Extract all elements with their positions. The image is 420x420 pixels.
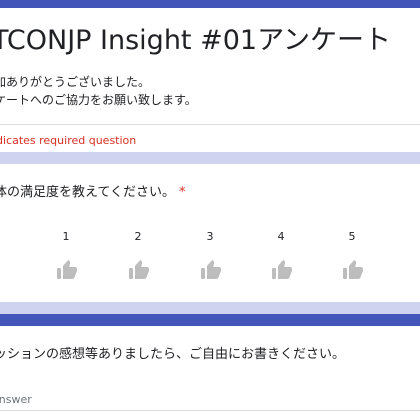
thumbs-up-icon[interactable] [199,258,223,282]
form-title: TCONJP Insight #01アンケート [0,25,392,56]
required-asterisk: * [178,185,186,200]
scale-label-1: 1 [62,230,70,243]
scale-label-4: 4 [277,230,285,243]
form-page: TCONJP Insight #01アンケート 加ありがとうございました。 ケー… [0,0,420,420]
scale-label-2: 2 [134,230,142,243]
question-title: 体の満足度を教えてください。 * [0,184,185,202]
question-card-satisfaction: 体の満足度を教えてください。 * 1 2 3 4 5 [0,164,420,302]
question-text: 体の満足度を教えてください。 [0,185,175,200]
form-description-line-2: ケートへのご協力をお願い致します。 [0,93,197,107]
section-banner [0,314,420,326]
form-description-line-1: 加ありがとうございました。 [0,75,151,89]
thumbs-up-icon[interactable] [341,258,365,282]
answer-input[interactable] [0,388,420,411]
thumbs-up-icon[interactable] [270,258,294,282]
question-card-comments: ッションの感想等ありましたら、ご自由にお書きください。 [0,326,420,420]
question-title: ッションの感想等ありましたら、ご自由にお書きください。 [0,347,346,362]
header-divider [0,124,420,125]
thumbs-up-icon[interactable] [55,258,79,282]
thumbs-up-icon[interactable] [127,258,151,282]
scale-label-3: 3 [206,230,214,243]
form-header-card: TCONJP Insight #01アンケート 加ありがとうございました。 ケー… [0,0,420,152]
scale-label-5: 5 [348,230,356,243]
required-question-note: dicates required question [0,134,137,147]
